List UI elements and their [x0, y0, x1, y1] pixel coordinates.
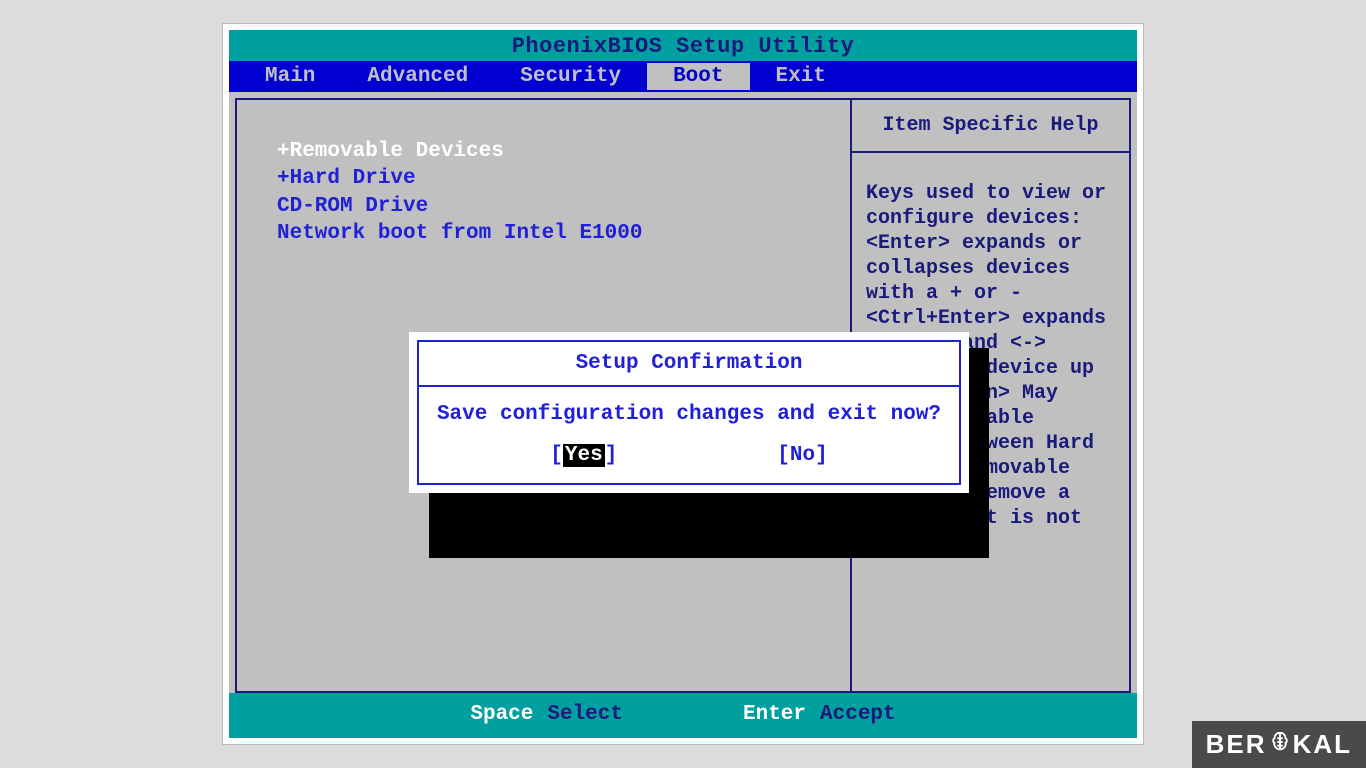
main-area: +Removable Devices +Hard Drive CD-ROM Dr… — [229, 92, 1137, 693]
menu-exit[interactable]: Exit — [750, 63, 852, 90]
boot-item-hard-drive[interactable]: +Hard Drive — [277, 165, 830, 192]
boot-item-network[interactable]: Network boot from Intel E1000 — [277, 220, 830, 247]
watermark-badge: BER KAL — [1192, 721, 1366, 768]
boot-item-cdrom[interactable]: CD-ROM Drive — [277, 193, 830, 220]
menu-bar: Main Advanced Security Boot Exit — [229, 61, 1137, 92]
menu-advanced[interactable]: Advanced — [341, 63, 494, 90]
menu-boot[interactable]: Boot — [647, 63, 749, 90]
watermark-text-post: KAL — [1293, 729, 1352, 760]
bios-window: PhoenixBIOS Setup Utility Main Advanced … — [229, 30, 1137, 738]
yes-button[interactable]: [Yes] — [550, 444, 617, 467]
menu-security[interactable]: Security — [494, 63, 647, 90]
brain-icon — [1269, 729, 1291, 760]
watermark-text-pre: BER — [1206, 729, 1267, 760]
title-bar: PhoenixBIOS Setup Utility — [229, 30, 1137, 61]
help-title: Item Specific Help — [852, 100, 1129, 153]
footer-hint-space: Space Select — [470, 703, 623, 726]
no-button[interactable]: [No] — [777, 444, 827, 467]
dialog-buttons: [Yes] [No] — [419, 434, 959, 483]
dialog-message: Save configuration changes and exit now? — [419, 387, 959, 434]
boot-item-removable[interactable]: +Removable Devices — [277, 138, 830, 165]
bios-frame: PhoenixBIOS Setup Utility Main Advanced … — [223, 24, 1143, 744]
footer-bar: Space Select Enter Accept — [229, 693, 1137, 738]
menu-main[interactable]: Main — [239, 63, 341, 90]
confirmation-dialog: Setup Confirmation Save configuration ch… — [409, 332, 969, 493]
footer-hint-enter: Enter Accept — [743, 703, 896, 726]
dialog-title: Setup Confirmation — [419, 342, 959, 387]
